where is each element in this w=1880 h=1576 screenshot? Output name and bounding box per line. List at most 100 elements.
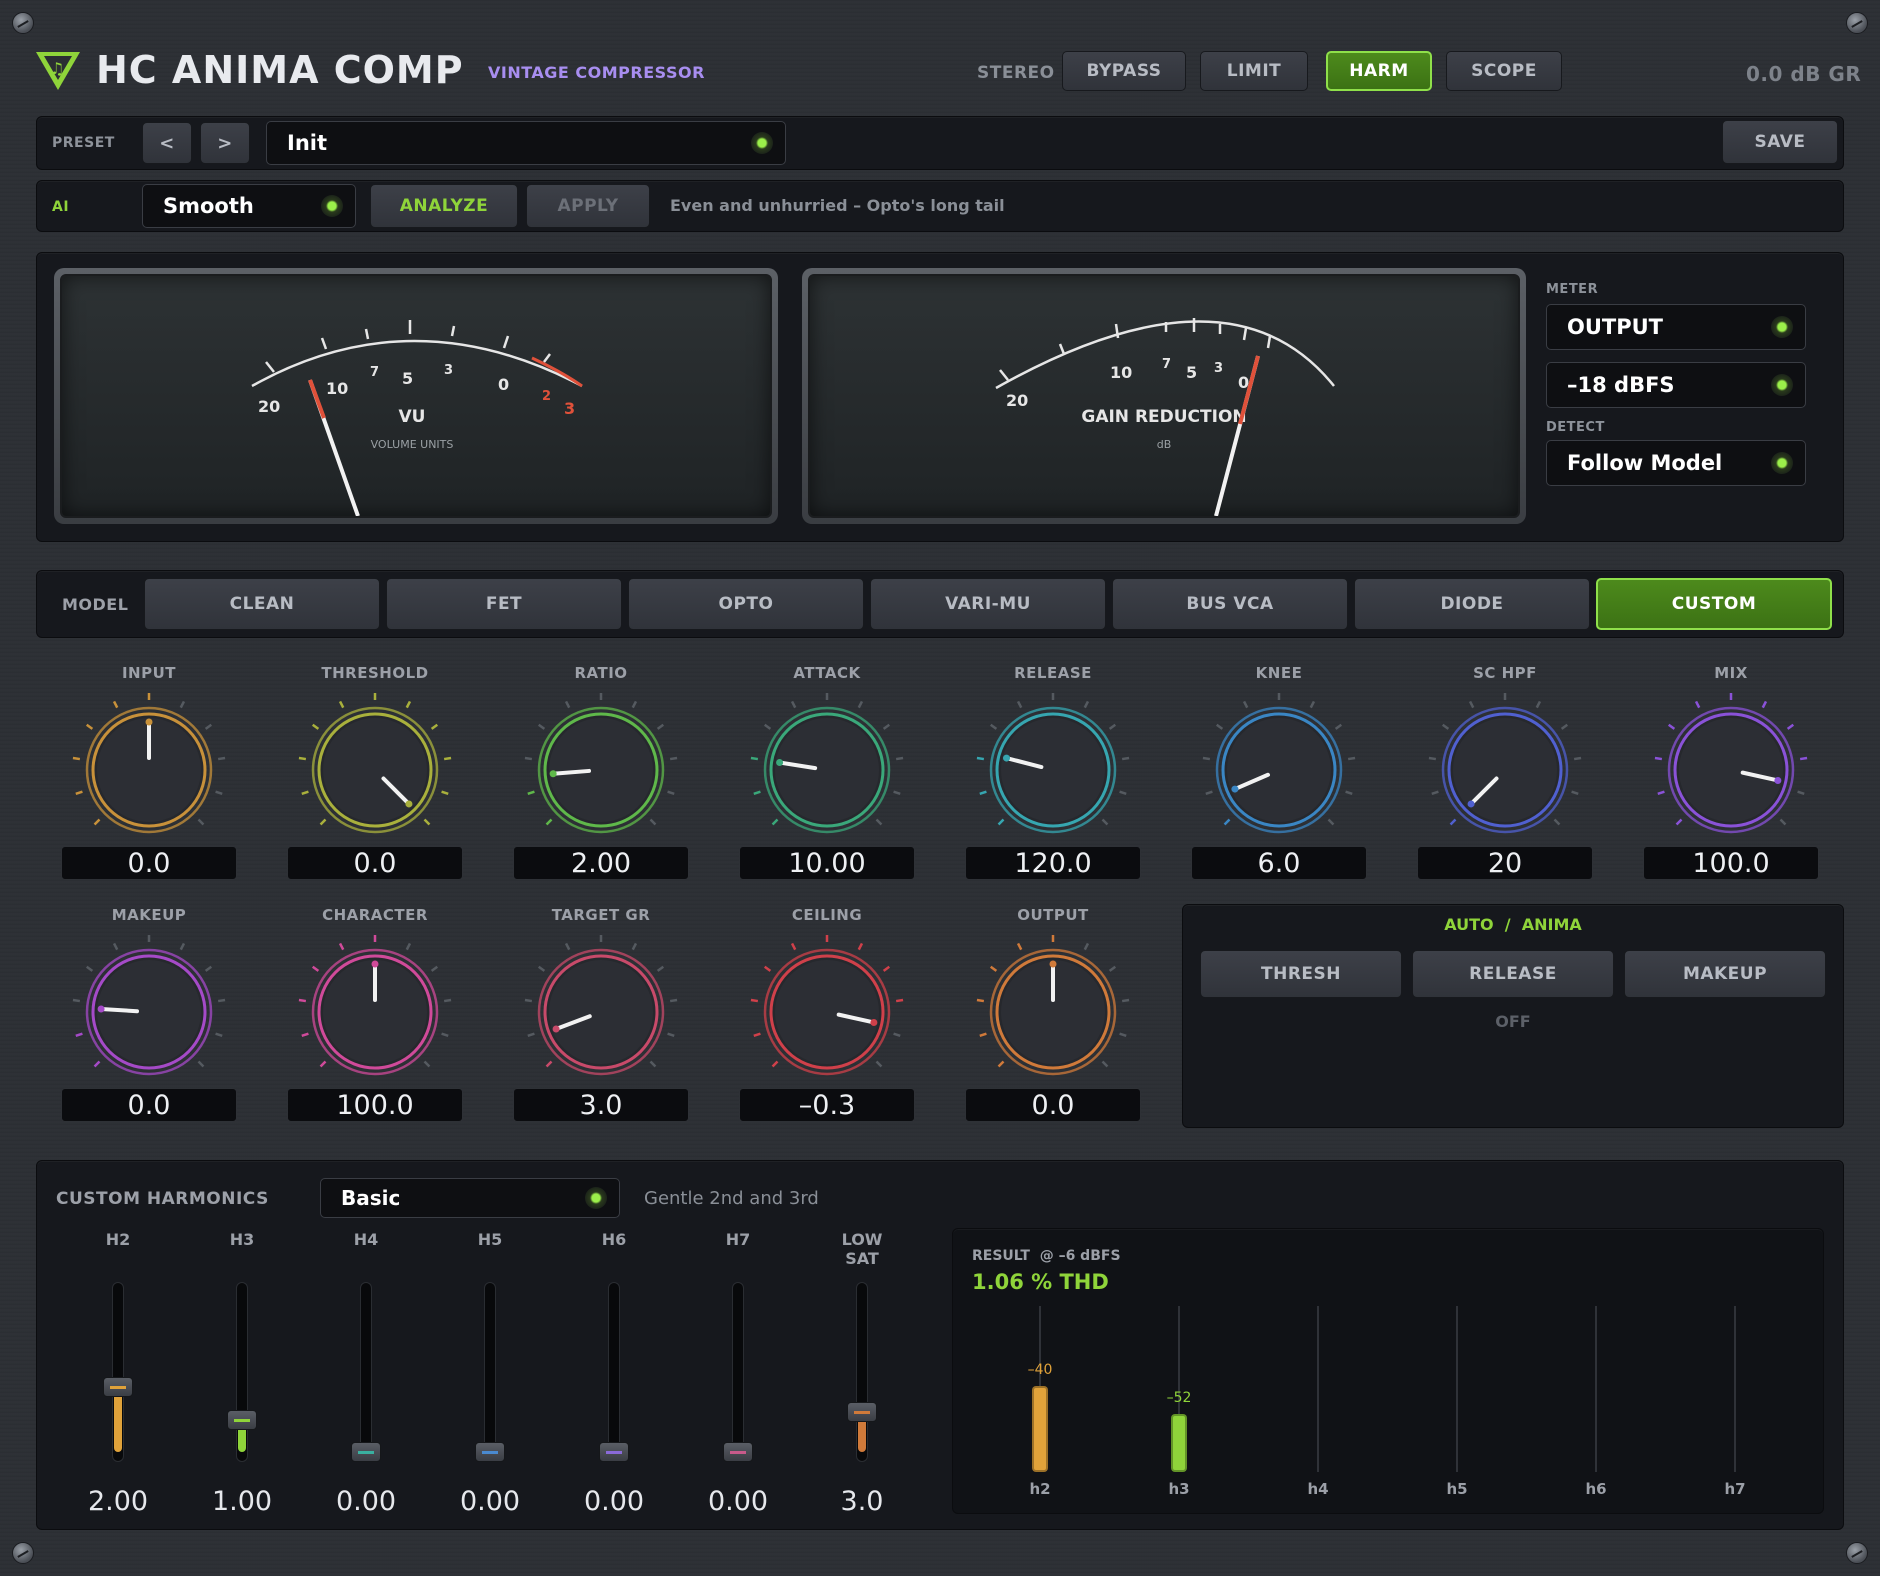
knob-value-makeup[interactable]: 0.0 [61,1088,237,1122]
analyze-button[interactable]: ANALYZE [370,184,518,228]
app-title: HC ANIMA COMP [96,48,464,92]
bypass-button[interactable]: BYPASS [1062,51,1186,91]
auto-anima-title: AUTO / ANIMA [1182,915,1844,934]
slider-handle-h6[interactable] [599,1442,629,1462]
slider-handle-h7[interactable] [723,1442,753,1462]
slider-track-h7[interactable] [732,1282,744,1462]
slider-value-h3[interactable]: 1.00 [192,1486,292,1517]
model-button-clean[interactable]: CLEAN [144,578,380,630]
slider-handle-stripe [234,1418,250,1422]
gr-scale-7: 7 [1162,357,1171,372]
preset-next-button[interactable]: > [200,122,250,164]
knob-value-threshold[interactable]: 0.0 [287,846,463,880]
slider-handle-lowsat[interactable] [847,1401,877,1422]
gr-title: GAIN REDUCTION [1081,407,1246,427]
reference-level: –18 dBFS [1567,373,1675,397]
preset-prev-button[interactable]: < [142,122,192,164]
model-button-opto[interactable]: OPTO [628,578,864,630]
knob-value-attack[interactable]: 10.00 [739,846,915,880]
preset-name: Init [287,131,328,155]
knob-makeup[interactable] [69,932,229,1092]
result-gridline [1734,1306,1736,1472]
auto-release-button[interactable]: RELEASE [1412,950,1614,998]
knob-value-knee[interactable]: 6.0 [1191,846,1367,880]
detect-select[interactable]: Follow Model [1546,440,1806,486]
meter-source-select[interactable]: OUTPUT [1546,304,1806,350]
result-gridline [1595,1306,1597,1472]
knob-value-ceiling[interactable]: –0.3 [739,1088,915,1122]
apply-button[interactable]: APPLY [526,184,650,228]
harm-button[interactable]: HARM [1326,51,1432,91]
reference-level-select[interactable]: –18 dBFS [1546,362,1806,408]
slider-handle-h4[interactable] [351,1442,381,1462]
save-button[interactable]: SAVE [1722,120,1838,164]
preset-label: PRESET [52,135,115,151]
slider-value-h4[interactable]: 0.00 [316,1486,416,1517]
slider-handle-stripe [358,1451,374,1454]
model-button-varimu[interactable]: VARI-MU [870,578,1106,630]
slider-value-h2[interactable]: 2.00 [68,1486,168,1517]
slider-handle-h3[interactable] [227,1409,257,1430]
knob-targetgr[interactable] [521,932,681,1092]
scope-button[interactable]: SCOPE [1446,51,1562,91]
slider-value-h6[interactable]: 0.00 [564,1486,664,1517]
knob-value-targetgr[interactable]: 3.0 [513,1088,689,1122]
knob-release[interactable] [973,690,1133,850]
knob-label-attack: ATTACK [793,664,861,682]
detect-label: DETECT [1546,420,1605,435]
knob-attack[interactable] [747,690,907,850]
auto-thresh-button[interactable]: THRESH [1200,950,1402,998]
vu-meter: 20 10 7 5 3 0 2 3 VU VOLUME UNITS [54,268,778,524]
knob-input[interactable] [69,690,229,850]
harmonics-description: Gentle 2nd and 3rd [644,1188,819,1209]
model-button-custom[interactable]: CUSTOM [1596,578,1832,630]
limit-button[interactable]: LIMIT [1200,51,1308,91]
harmonics-preset-select[interactable]: Basic [320,1178,620,1218]
harmonics-title: CUSTOM HARMONICS [56,1189,269,1209]
knob-schpf[interactable] [1425,690,1585,850]
model-button-fet[interactable]: FET [386,578,622,630]
knob-value-input[interactable]: 0.0 [61,846,237,880]
slider-value-lowsat[interactable]: 3.0 [812,1486,912,1517]
slider-track-h5[interactable] [484,1282,496,1462]
gr-scale-10: 10 [1110,363,1132,382]
ai-mode-field[interactable]: Smooth [142,184,356,228]
model-button-busvca[interactable]: BUS VCA [1112,578,1348,630]
knob-value-mix[interactable]: 100.0 [1643,846,1819,880]
vu-scale-10: 10 [326,379,348,398]
knob-ceiling[interactable] [747,932,907,1092]
knob-value-release[interactable]: 120.0 [965,846,1141,880]
slider-handle-stripe [110,1386,126,1390]
slider-handle-stripe [854,1410,870,1414]
knob-output[interactable] [973,932,1133,1092]
slider-track-h6[interactable] [608,1282,620,1462]
knob-label-input: INPUT [121,664,177,682]
knob-mix[interactable] [1651,690,1811,850]
model-button-diode[interactable]: DIODE [1354,578,1590,630]
knob-value-character[interactable]: 100.0 [287,1088,463,1122]
knob-character[interactable] [295,932,455,1092]
knob-label-output: OUTPUT [1017,906,1089,924]
slider-value-h5[interactable]: 0.00 [440,1486,540,1517]
preset-name-field[interactable]: Init [266,121,786,165]
knob-value-schpf[interactable]: 20 [1417,846,1593,880]
knob-label-character: CHARACTER [322,906,428,924]
meter-source: OUTPUT [1567,315,1663,339]
harmonics-preset: Basic [341,1186,401,1210]
result-bar-value-h2: –40 [1027,1361,1053,1378]
reference-led-icon [1771,374,1793,396]
vu-scale-plus3: 3 [564,399,575,418]
detect-led-icon [1771,452,1793,474]
knob-ratio[interactable] [521,690,681,850]
knob-value-ratio[interactable]: 2.00 [513,846,689,880]
slider-handle-h2[interactable] [103,1377,133,1398]
knob-value-output[interactable]: 0.0 [965,1088,1141,1122]
slider-track-h4[interactable] [360,1282,372,1462]
slider-handle-h5[interactable] [475,1442,505,1462]
knob-threshold[interactable] [295,690,455,850]
slider-value-h7[interactable]: 0.00 [688,1486,788,1517]
result-bar-label-h2: h2 [1029,1480,1051,1498]
knob-knee[interactable] [1199,690,1359,850]
auto-makeup-button[interactable]: MAKEUP [1624,950,1826,998]
vu-scale-3: 3 [444,363,453,378]
